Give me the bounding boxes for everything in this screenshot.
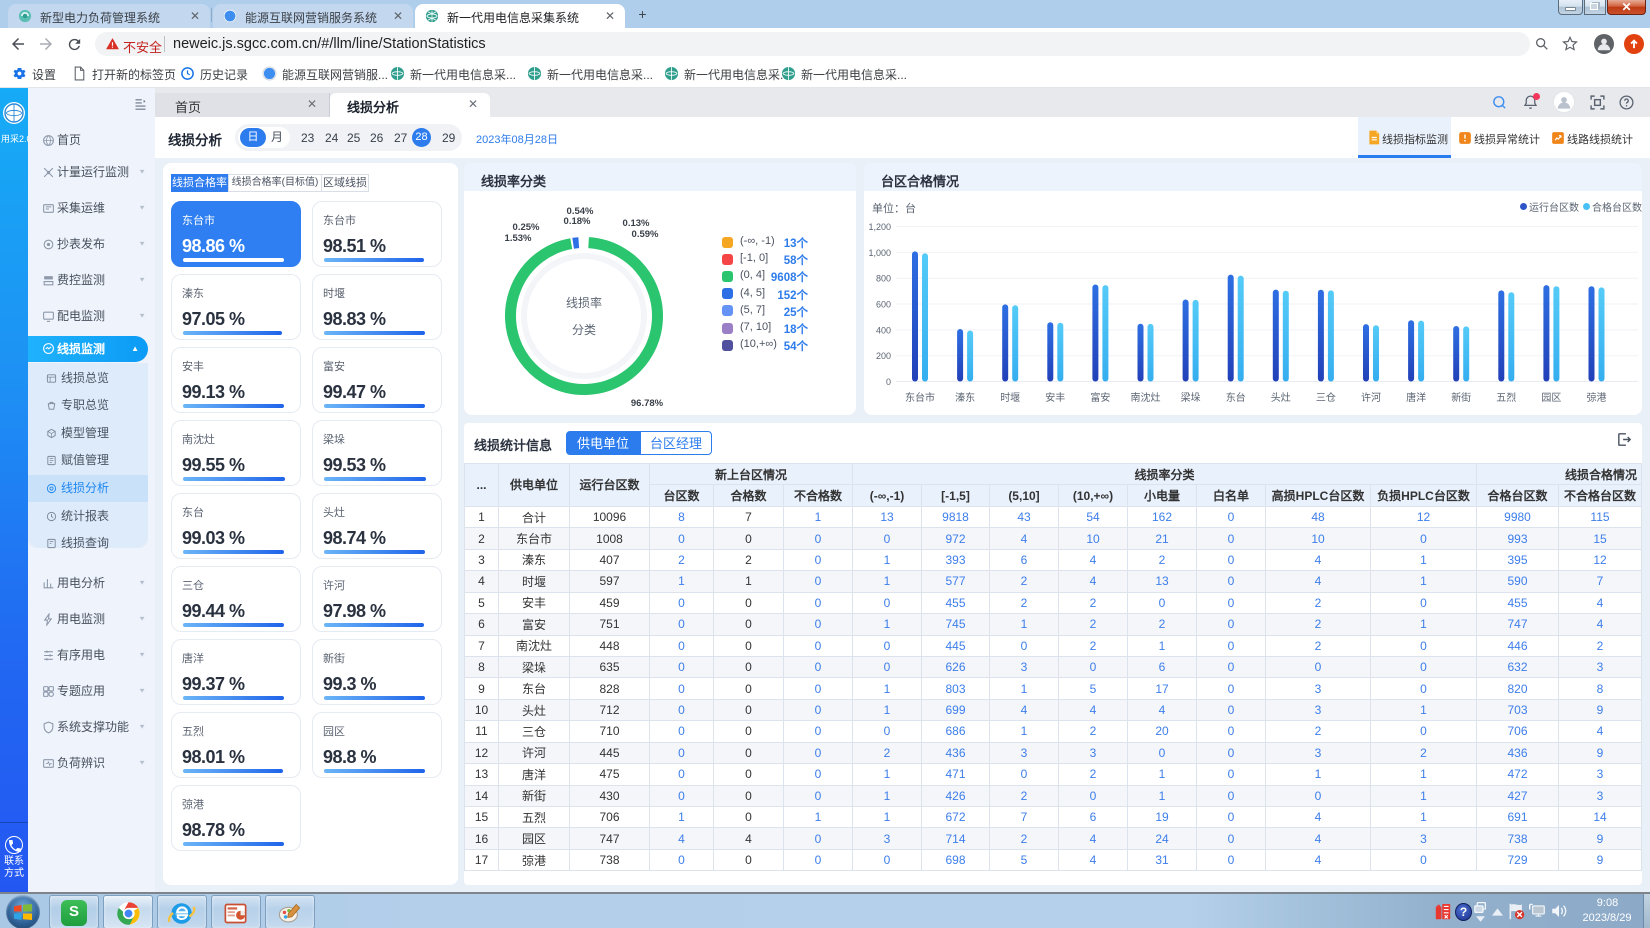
- svg-text:富安: 富安: [1090, 391, 1110, 404]
- svg-text:新街: 新街: [1451, 391, 1471, 404]
- svg-text:东台: 东台: [1226, 391, 1246, 404]
- svg-text:时堰: 时堰: [1000, 392, 1020, 404]
- svg-text:400: 400: [876, 325, 891, 335]
- svg-text:弶港: 弶港: [1587, 391, 1607, 404]
- svg-text:1,000: 1,000: [868, 248, 891, 258]
- svg-text:800: 800: [876, 274, 891, 284]
- svg-text:园区: 园区: [1541, 392, 1561, 404]
- svg-text:0: 0: [886, 377, 891, 387]
- svg-text:东台市: 东台市: [905, 391, 935, 404]
- svg-text:五烈: 五烈: [1496, 392, 1516, 404]
- svg-text:600: 600: [876, 300, 891, 310]
- svg-text:许河: 许河: [1361, 392, 1381, 404]
- svg-text:1,200: 1,200: [868, 222, 891, 232]
- svg-text:200: 200: [876, 351, 891, 361]
- svg-text:三仓: 三仓: [1316, 391, 1336, 404]
- svg-text:溱东: 溱东: [955, 391, 975, 404]
- svg-text:安丰: 安丰: [1045, 391, 1065, 404]
- svg-text:唐洋: 唐洋: [1406, 391, 1426, 404]
- svg-text:头灶: 头灶: [1271, 391, 1291, 404]
- svg-text:梁垛: 梁垛: [1181, 391, 1201, 404]
- svg-text:南沈灶: 南沈灶: [1131, 391, 1161, 404]
